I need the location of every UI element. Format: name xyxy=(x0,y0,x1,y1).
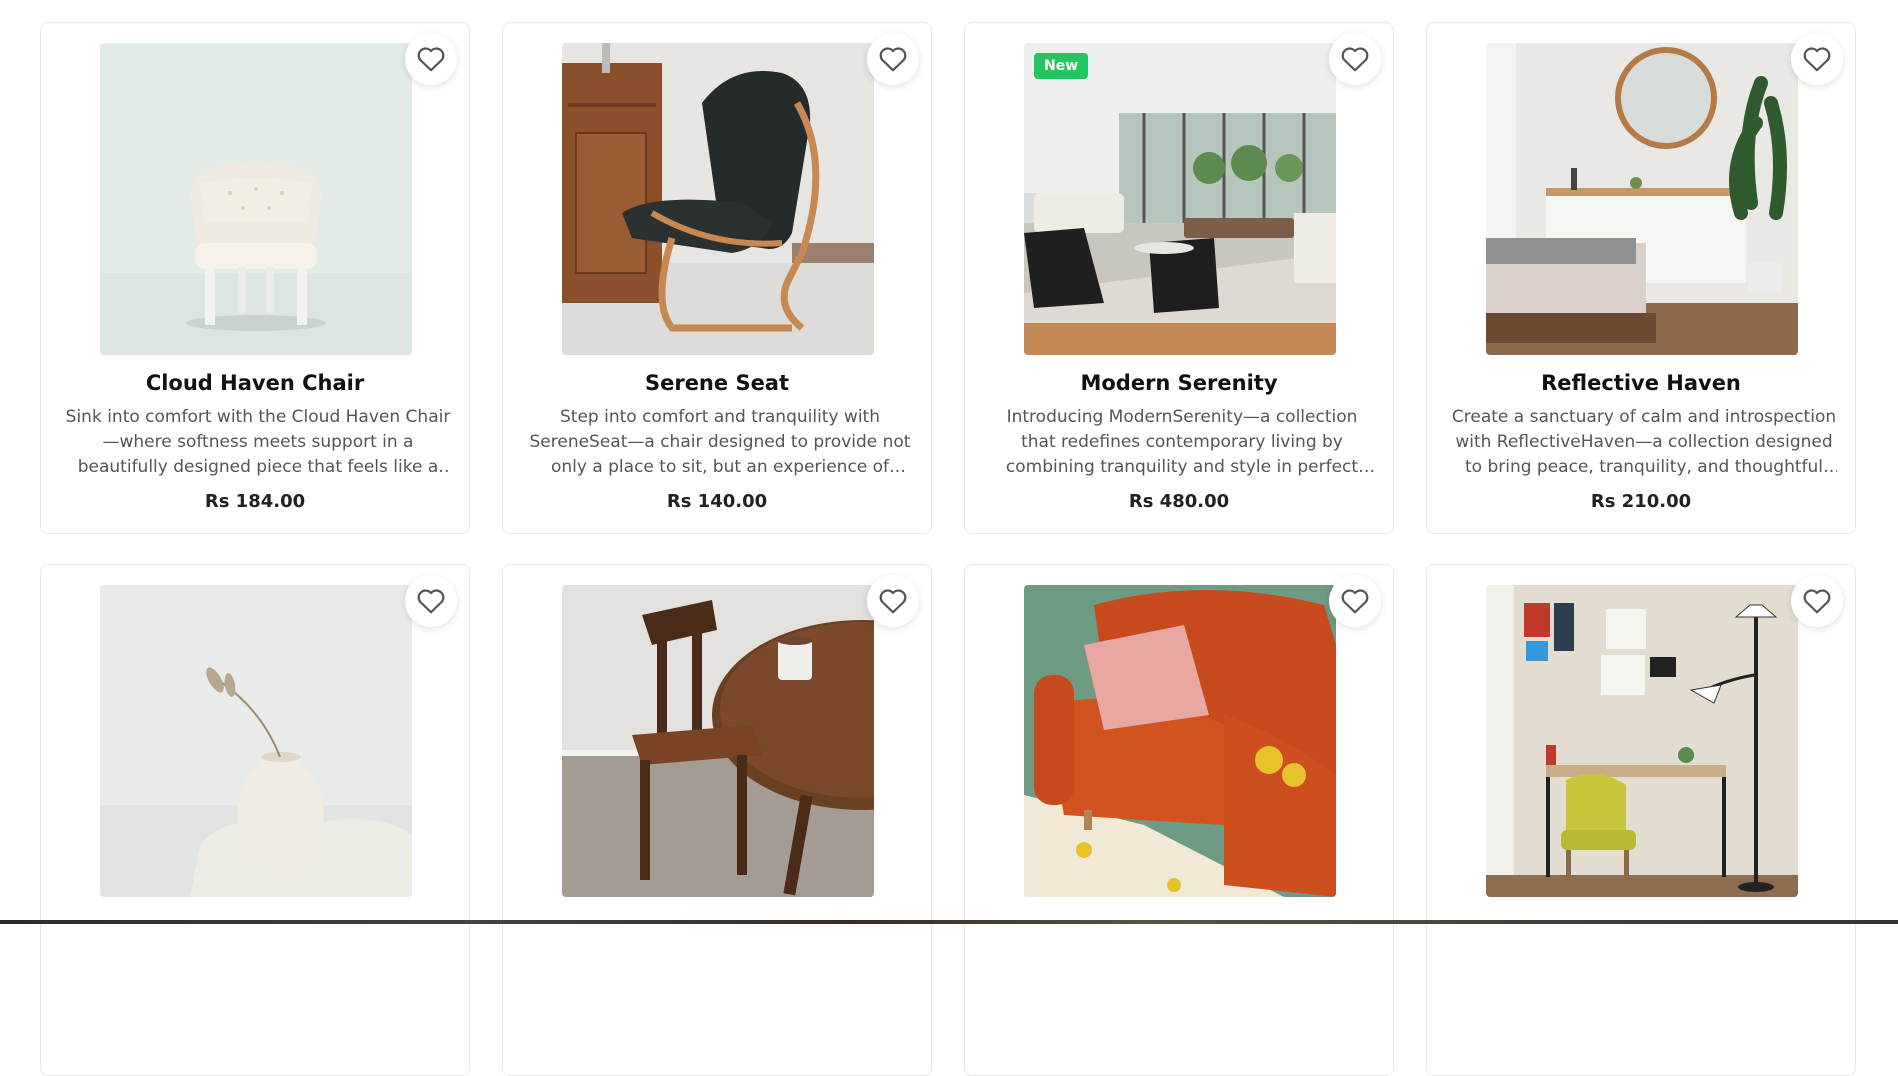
wooden-chair-table-image xyxy=(562,585,874,897)
product-image[interactable] xyxy=(100,43,412,355)
bottom-strip xyxy=(0,920,1898,924)
heart-outline-icon xyxy=(1802,587,1832,615)
heart-outline-icon xyxy=(1340,45,1370,73)
product-grid: Cloud Haven Chair Sink into comfort with… xyxy=(40,22,1858,1076)
product-card[interactable]: Serene Seat Step into comfort and tranqu… xyxy=(502,22,932,534)
yellow-chair-desk-image xyxy=(1486,585,1798,897)
heart-outline-icon xyxy=(1802,45,1832,73)
product-card[interactable]: Cloud Haven Chair Sink into comfort with… xyxy=(40,22,470,534)
product-image[interactable] xyxy=(1024,585,1336,897)
living-room-image xyxy=(1024,43,1336,355)
product-card[interactable] xyxy=(964,564,1394,1076)
product-card[interactable]: New Modern Serenity Introducing ModernSe… xyxy=(964,22,1394,534)
new-badge: New xyxy=(1034,53,1088,79)
black-lounge-chair-image xyxy=(562,43,874,355)
favorite-button[interactable] xyxy=(867,33,919,85)
heart-outline-icon xyxy=(878,587,908,615)
product-price: Rs 480.00 xyxy=(965,491,1393,512)
product-title[interactable]: Serene Seat xyxy=(503,371,931,395)
favorite-button[interactable] xyxy=(867,575,919,627)
product-price: Rs 140.00 xyxy=(503,491,931,512)
orange-sofa-image xyxy=(1024,585,1336,897)
product-title[interactable]: Modern Serenity xyxy=(965,371,1393,395)
product-card[interactable] xyxy=(502,564,932,1076)
product-description: Introducing ModernSerenity—a collection … xyxy=(989,405,1375,480)
product-card[interactable]: Reflective Haven Create a sanctuary of c… xyxy=(1426,22,1856,534)
heart-outline-icon xyxy=(416,45,446,73)
favorite-button[interactable] xyxy=(1329,575,1381,627)
product-description: Sink into comfort with the Cloud Haven C… xyxy=(65,405,451,480)
product-image[interactable] xyxy=(1486,43,1798,355)
product-image[interactable] xyxy=(100,585,412,897)
product-title[interactable]: Reflective Haven xyxy=(1427,371,1855,395)
product-title[interactable]: Cloud Haven Chair xyxy=(41,371,469,395)
product-price: Rs 210.00 xyxy=(1427,491,1855,512)
product-image[interactable] xyxy=(1486,585,1798,897)
bedroom-mirror-image xyxy=(1486,43,1798,355)
ceramic-vase-image xyxy=(100,585,412,897)
product-price: Rs 184.00 xyxy=(41,491,469,512)
product-card[interactable] xyxy=(1426,564,1856,1076)
white-tufted-chair-image xyxy=(100,43,412,355)
heart-outline-icon xyxy=(878,45,908,73)
product-description: Step into comfort and tranquility with S… xyxy=(527,405,913,480)
product-image[interactable]: New xyxy=(1024,43,1336,355)
favorite-button[interactable] xyxy=(1329,33,1381,85)
product-card[interactable] xyxy=(40,564,470,1076)
favorite-button[interactable] xyxy=(1791,575,1843,627)
product-image[interactable] xyxy=(562,585,874,897)
heart-outline-icon xyxy=(1340,587,1370,615)
product-description: Create a sanctuary of calm and introspec… xyxy=(1451,405,1837,480)
favorite-button[interactable] xyxy=(405,33,457,85)
product-image[interactable] xyxy=(562,43,874,355)
favorite-button[interactable] xyxy=(405,575,457,627)
heart-outline-icon xyxy=(416,587,446,615)
favorite-button[interactable] xyxy=(1791,33,1843,85)
